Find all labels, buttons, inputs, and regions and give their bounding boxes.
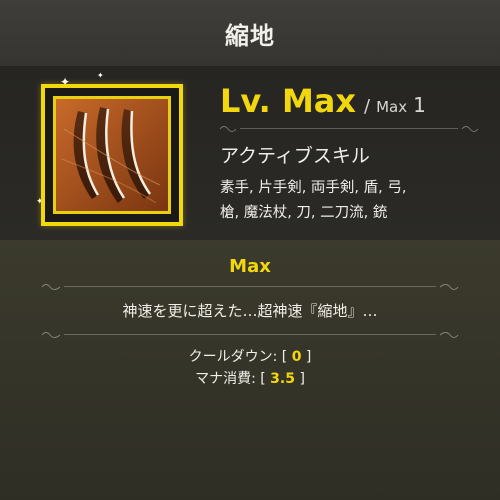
claw-slash-icon — [53, 96, 171, 214]
level-separator: / — [364, 96, 371, 117]
weapon-list: 素手, 片手剣, 両手剣, 盾, 弓, 槍, 魔法杖, 刀, 二刀流, 銃 — [220, 176, 480, 226]
weapon-list-line: 槍, 魔法杖, 刀, 二刀流, 銃 — [220, 205, 388, 221]
skill-title: 縮地 — [225, 21, 275, 50]
mana-cost-label: マナ消費: [ — [195, 371, 266, 387]
cooldown-value: 0 — [291, 349, 302, 365]
level-current: Lv. Max — [220, 82, 357, 120]
sparkle-icon: ✦ — [97, 71, 104, 80]
cooldown-label: クールダウン: [ — [188, 349, 288, 365]
skill-type: アクティブスキル — [220, 145, 370, 167]
skill-icon-frame[interactable] — [41, 84, 183, 226]
cooldown-stat: クールダウン: [ 0 ] — [0, 346, 500, 366]
tier-title: Max — [229, 256, 271, 277]
level-max-value: 1 — [413, 93, 426, 117]
level-max-label: Max — [376, 98, 408, 116]
weapon-list-line: 素手, 片手剣, 両手剣, 盾, 弓, — [220, 180, 407, 196]
mana-cost-stat: マナ消費: [ 3.5 ] — [0, 368, 500, 388]
skill-detail-panel: 縮地 ✦ ✦ ✦ ✦ ✦ ✦ — [0, 0, 500, 500]
cooldown-close: ] — [305, 349, 312, 365]
mana-cost-value: 3.5 — [270, 371, 295, 387]
mana-cost-close: ] — [299, 371, 305, 387]
divider-ornament — [40, 282, 460, 292]
skill-description: 神速を更に超えた…超神速『縮地』… — [122, 302, 378, 320]
divider-ornament — [40, 330, 460, 340]
title-bar: 縮地 — [0, 0, 500, 67]
divider-ornament — [218, 124, 480, 134]
level-line: Lv. Max / Max 1 — [220, 82, 426, 122]
